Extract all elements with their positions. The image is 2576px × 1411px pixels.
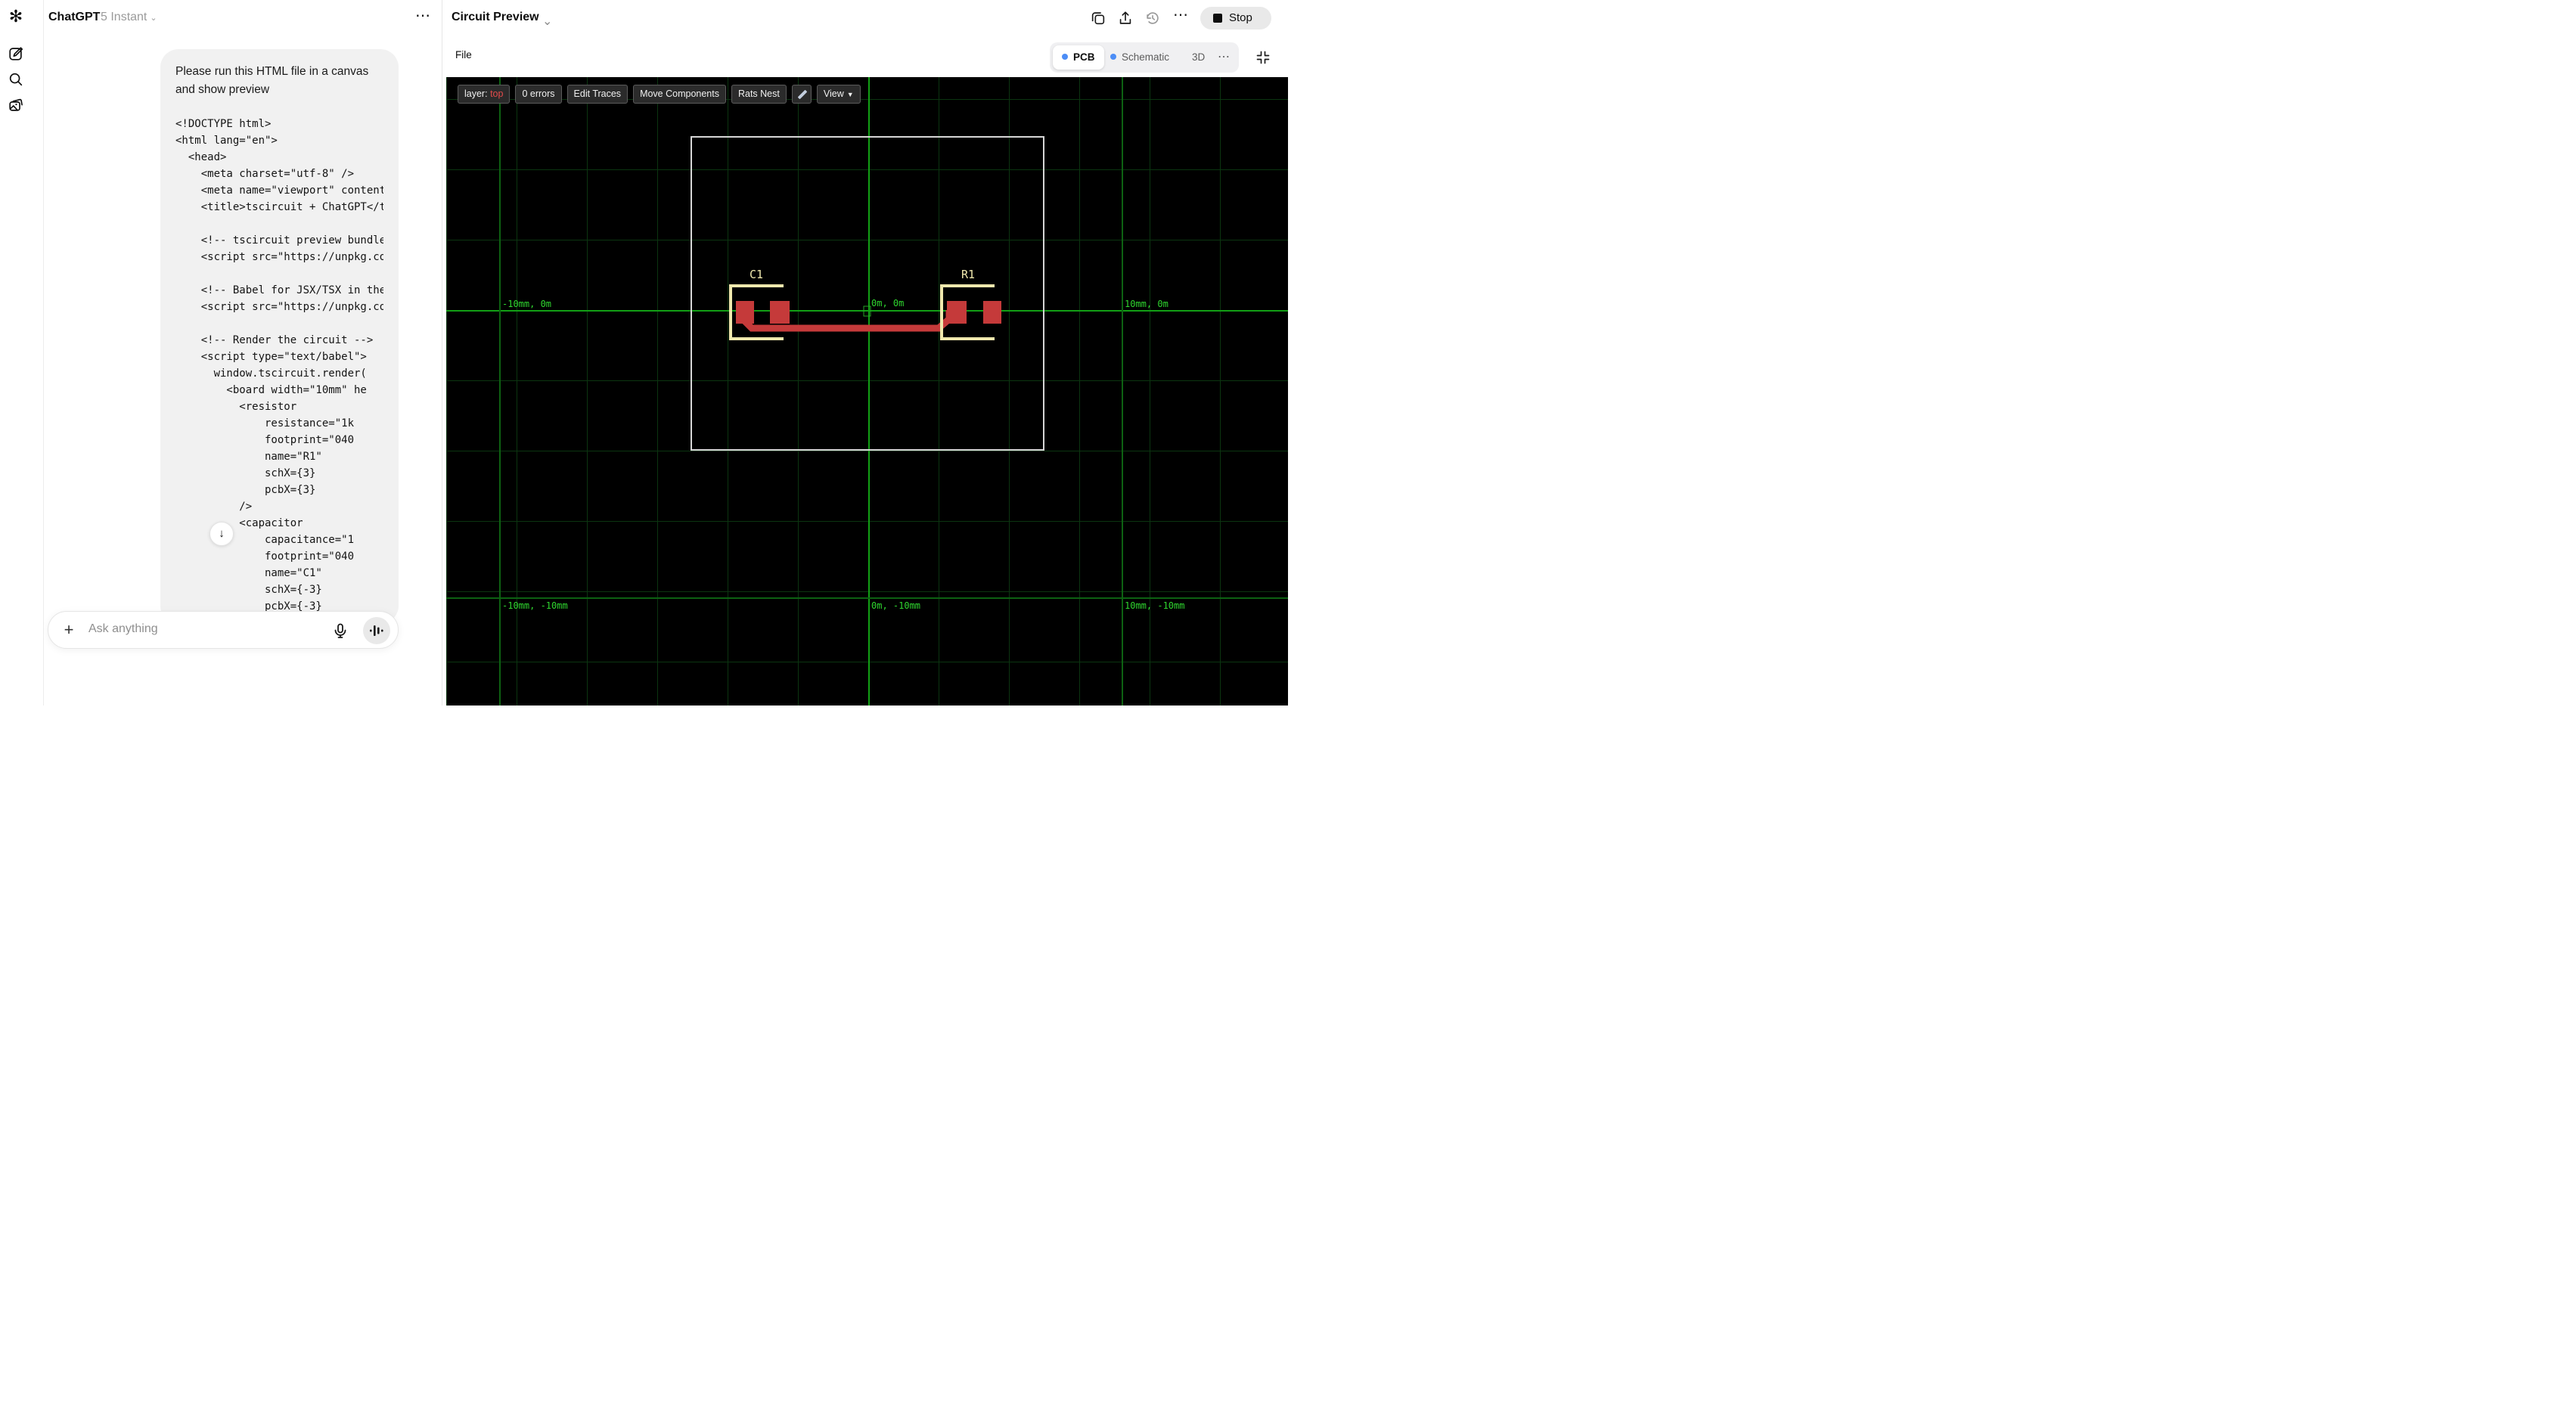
canvas-title[interactable]: Circuit Preview	[452, 11, 539, 24]
code-line: pcbX={3}	[175, 484, 316, 496]
code-line: <!-- tscircuit preview bundle	[175, 234, 383, 247]
scroll-to-bottom-button[interactable]: ↓	[209, 522, 234, 546]
canvas-menubar: File PCB Schematic 3D ⋯	[442, 36, 1288, 77]
down-arrow-icon: ↓	[219, 527, 225, 540]
waveform-icon	[370, 625, 383, 636]
grid-coordinate-label: 10mm, 0m	[1125, 299, 1169, 309]
code-line: <board width="10mm" he	[175, 384, 367, 396]
canvas-menu-button[interactable]: ⋯	[1173, 5, 1190, 23]
canvas-panel: ✕ Circuit Preview ⌄ ⋯ Stop File PCB Sche…	[427, 0, 1288, 706]
app-sidebar: ✻	[0, 0, 44, 706]
code-line: <meta name="viewport" content=	[175, 185, 383, 197]
stop-square-icon	[1213, 14, 1222, 23]
library-images-icon[interactable]	[8, 97, 24, 113]
tabs-more-button[interactable]: ⋯	[1218, 42, 1230, 73]
r1-reference-label: R1	[961, 268, 975, 281]
code-line: name="R1"	[175, 451, 322, 463]
code-line: schX={3}	[175, 467, 316, 479]
code-line: />	[175, 501, 253, 513]
attach-plus-button[interactable]: +	[59, 620, 79, 640]
origin-marker	[863, 305, 871, 317]
chatgpt-logo-icon[interactable]: ✻	[7, 8, 25, 26]
code-line: name="C1"	[175, 567, 322, 579]
canvas-header: ✕ Circuit Preview ⌄ ⋯ Stop	[427, 0, 1288, 36]
tab-schematic[interactable]: Schematic	[1110, 42, 1169, 73]
user-message-text: Please run this HTML file in a canvas an…	[175, 65, 369, 96]
user-message-bubble: Please run this HTML file in a canvas an…	[160, 49, 399, 624]
share-icon[interactable]	[1117, 10, 1134, 26]
code-line: <!DOCTYPE html>	[175, 118, 272, 130]
canvas-title-chevron-icon[interactable]: ⌄	[542, 14, 552, 29]
code-line: <resistor	[175, 401, 297, 413]
r1-pad-1	[947, 301, 967, 324]
chat-input[interactable]: Ask anything	[88, 622, 158, 636]
tab-3d[interactable]: 3D	[1192, 42, 1205, 73]
code-line: <script src="https://unpkg.com	[175, 251, 383, 263]
board-outline	[691, 136, 1044, 451]
history-icon[interactable]	[1144, 10, 1161, 26]
status-dot-icon	[1110, 54, 1116, 60]
code-line: <capacitor	[175, 517, 303, 529]
conversation-menu-button[interactable]: ⋯	[415, 6, 431, 25]
voice-mode-button[interactable]	[363, 617, 390, 644]
new-chat-icon[interactable]	[8, 45, 24, 62]
collapse-fullscreen-icon[interactable]	[1255, 50, 1271, 65]
code-line: schX={-3}	[175, 584, 322, 596]
origin-coordinate-label: 0m, 0m	[871, 298, 905, 309]
c1-pad-1	[736, 301, 754, 324]
stop-button[interactable]: Stop	[1200, 7, 1271, 29]
code-line: <head>	[175, 151, 227, 163]
code-line: resistance="1k	[175, 417, 355, 430]
chat-composer[interactable]: + Ask anything	[48, 611, 399, 649]
pcb-viewport[interactable]: layer: top 0 errors Edit Traces Move Com…	[446, 77, 1288, 706]
pcb-scene[interactable]: C1 R1	[446, 77, 1288, 706]
microphone-icon[interactable]	[331, 622, 349, 640]
c1-pad-2	[770, 301, 790, 324]
code-line: footprint="040	[175, 550, 355, 563]
code-line: <meta charset="utf-8" />	[175, 168, 355, 180]
tab-pcb[interactable]: PCB	[1053, 45, 1104, 70]
chat-header: ChatGPT 5 Instant ⌄ ⋯	[44, 0, 442, 36]
code-line: <!-- Render the circuit -->	[175, 334, 374, 346]
code-line: <script src="https://unpkg.com	[175, 301, 383, 313]
chat-panel: ChatGPT 5 Instant ⌄ ⋯ Please run this HTM…	[44, 0, 442, 706]
chevron-down-icon: ⌄	[150, 14, 157, 23]
code-line: footprint="040	[175, 434, 355, 446]
r1-pad-2	[983, 301, 1001, 324]
grid-coordinate-label: -10mm, -10mm	[502, 600, 568, 611]
file-menu[interactable]: File	[455, 49, 472, 60]
code-line: <html lang="en">	[175, 135, 278, 147]
copy-icon[interactable]	[1090, 10, 1106, 26]
search-icon[interactable]	[8, 71, 24, 88]
code-line: <!-- Babel for JSX/TSX in the	[175, 284, 383, 296]
app-title: ChatGPT	[48, 11, 101, 23]
code-line: <title>tscircuit + ChatGPT</ti	[175, 201, 383, 213]
grid-coordinate-label: 0m, -10mm	[871, 600, 921, 611]
grid-coordinate-label: 10mm, -10mm	[1125, 600, 1185, 611]
c1-reference-label: C1	[750, 268, 763, 281]
grid-coordinate-label: -10mm, 0m	[502, 299, 552, 309]
model-selector[interactable]: 5 Instant ⌄	[101, 11, 157, 24]
view-tabs: PCB Schematic 3D ⋯	[1050, 42, 1239, 73]
code-line: <script type="text/babel">	[175, 351, 367, 363]
code-line: capacitance="1	[175, 534, 355, 546]
status-dot-icon	[1062, 54, 1068, 60]
code-line: window.tscircuit.render(	[175, 367, 367, 380]
code-block: <!DOCTYPE html> <html lang="en"> <head> …	[175, 116, 383, 615]
